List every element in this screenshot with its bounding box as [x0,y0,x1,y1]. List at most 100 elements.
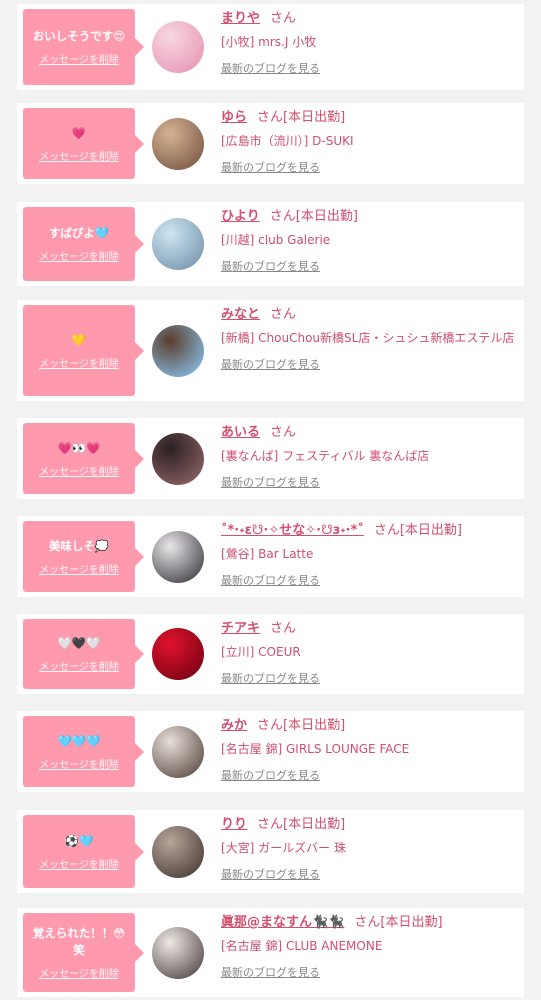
profile-name-link[interactable]: あいる [221,425,260,440]
message-card: 美味しそ💭 メッセージを削除 ˚*·˖ɛ☋·✧せな✧·☋з˖·*˚ さん[本日出勤] [… [17,516,524,597]
message-bubble: 🤍🖤🤍 メッセージを削除 [23,619,144,689]
profile-name-link[interactable]: ひより [221,209,260,224]
name-line: あいる さん [221,424,516,442]
name-line: みか さん[本日出勤] [221,717,516,735]
on-duty-badge: [本日出勤] [283,817,346,832]
profile-info: ゆら さん[本日出勤] [広島市（流川）] D-SUKI 最新のブログを見る [221,109,516,175]
profile-name-link[interactable]: チアキ [221,621,260,636]
profile-info: りり さん[本日出勤] [大宮] ガールズバー 珠最新のブログを見る [221,816,516,882]
profile-info: みなと さん [新橋] ChouChou新橋SL店・シュシュ新橋エステル店 最新のブロ… [221,306,516,372]
message-card: すばぴよ🩵 メッセージを削除 ひより さん[本日出勤] [川越] club Galeri… [17,202,524,286]
message-bubble: 💗 メッセージを削除 [23,108,144,179]
delete-message-link[interactable]: メッセージを削除 [39,51,119,66]
delete-message-link[interactable]: メッセージを削除 [39,248,119,263]
shop-name: [広島市（流川）] D-SUKI [221,134,354,148]
view-latest-blog-link[interactable]: 最新のブログを見る [221,964,320,980]
message-bubble: ⚽🩵 メッセージを削除 [23,815,144,888]
avatar[interactable] [152,21,204,73]
profile-name-link[interactable]: まりや [221,11,260,26]
message-text: 💛 [71,332,87,347]
honorific-label: さん [270,307,297,322]
name-line: ひより さん[本日出勤] [221,208,516,226]
message-bubble: 🩵🩵🩵 メッセージを削除 [23,716,144,787]
view-latest-blog-link[interactable]: 最新のブログを見る [221,356,320,372]
view-latest-blog-link[interactable]: 最新のブログを見る [221,258,320,274]
name-line: まりや さん [221,10,516,28]
delete-message-link[interactable]: メッセージを削除 [39,856,119,871]
delete-message-link[interactable]: メッセージを削除 [39,148,119,163]
avatar[interactable] [152,118,204,170]
message-card: 🩵🩵🩵 メッセージを削除 みか さん[本日出勤] [名古屋 錦] GIRLS LOUNG… [17,711,524,792]
honorific-label: さん [373,523,400,538]
message-bubble: すばぴよ🩵 メッセージを削除 [23,207,144,281]
profile-info: 眞那@まなすん🐈‍⬛🐈‍⬛ さん[本日出勤] [名古屋 錦] CLUB ANEMON… [221,914,516,980]
message-card: 🤍🖤🤍 メッセージを削除 チアキ さん [立川] COEUR 最新のブログを見る [17,614,524,694]
delete-message-link[interactable]: メッセージを削除 [39,658,119,673]
message-card: 💗👀💗 メッセージを削除 あいる さん [裏なんば] フェスティバル 裏なんば店 最新のブ… [17,418,524,499]
on-duty-badge: [本日出勤] [380,915,443,930]
shop-name: [小牧] mrs.J 小牧 [221,35,317,49]
delete-message-link[interactable]: メッセージを削除 [39,561,119,576]
message-bubble: 💛 メッセージを削除 [23,305,144,396]
honorific-label: さん [270,11,297,26]
profile-name-link[interactable]: ゆら [221,110,247,125]
avatar[interactable] [152,628,204,680]
message-card: 💛 メッセージを削除 みなと さん [新橋] ChouChou新橋SL店・シュシュ新橋エ… [17,300,524,401]
message-card: ⚽🩵 メッセージを削除 りり さん[本日出勤] [大宮] ガールズバー 珠最新のブログを… [17,810,524,893]
message-card: 覚えられた！！😳笑メッセージを削除 眞那@まなすん🐈‍⬛🐈‍⬛ さん[本日出勤] [名… [17,908,524,997]
message-text: 覚えられた！！😳笑 [32,926,126,957]
avatar[interactable] [152,826,204,878]
name-line: 眞那@まなすん🐈‍⬛🐈‍⬛ さん[本日出勤] [221,914,516,932]
profile-info: まりや さん [小牧] mrs.J 小牧 最新のブログを見る [221,10,516,76]
name-line: ゆら さん[本日出勤] [221,109,516,127]
avatar[interactable] [152,433,204,485]
avatar[interactable] [152,531,204,583]
on-duty-badge: [本日出勤] [399,523,463,538]
shop-name: [新橋] ChouChou新橋SL店・シュシュ新橋エステル店 [221,331,515,345]
view-latest-blog-link[interactable]: 最新のブログを見る [221,866,320,882]
view-latest-blog-link[interactable]: 最新のブログを見る [221,767,320,783]
shop-name: [裏なんば] フェスティバル 裏なんば店 [221,449,430,463]
delete-message-link[interactable]: メッセージを削除 [39,756,119,771]
avatar[interactable] [152,927,204,979]
honorific-label: さん [269,209,296,224]
name-line: みなと さん [221,306,516,324]
message-text: すばぴよ🩵 [48,226,110,240]
profile-name-link[interactable]: りり [221,817,247,832]
view-latest-blog-link[interactable]: 最新のブログを見る [221,60,320,76]
delete-message-link[interactable]: メッセージを削除 [39,355,119,370]
avatar[interactable] [152,726,204,778]
message-text: おいしそうです😍 [32,29,126,43]
message-bubble: おいしそうです😍 メッセージを削除 [23,9,144,85]
message-text: 🩵🩵🩵 [57,733,101,748]
name-line: りり さん[本日出勤] [221,816,516,834]
view-latest-blog-link[interactable]: 最新のブログを見る [221,159,320,175]
profile-name-link[interactable]: 眞那@まなすん🐈‍⬛🐈‍⬛ [221,915,344,930]
avatar[interactable] [152,218,204,270]
on-duty-badge: [本日出勤] [295,209,358,224]
message-bubble: 💗👀💗 メッセージを削除 [23,423,144,494]
on-duty-badge: [本日出勤] [283,718,346,733]
avatar[interactable] [152,325,204,377]
honorific-label: さん [270,621,297,636]
honorific-label: さん [257,718,284,733]
view-latest-blog-link[interactable]: 最新のブログを見る [221,572,320,588]
honorific-label: さん [257,817,284,832]
message-card: 💗 メッセージを削除 ゆら さん[本日出勤] [広島市（流川）] D-SUKI 最新のブロ… [17,103,524,184]
view-latest-blog-link[interactable]: 最新のブログを見る [221,474,320,490]
profile-info: ひより さん[本日出勤] [川越] club Galerie 最新のブログを見る [221,208,516,274]
shop-name: [名古屋 錦] CLUB ANEMONE [221,939,383,953]
profile-name-link[interactable]: みか [221,718,247,733]
profile-name-link[interactable]: ˚*·˖ɛ☋·✧せな✧·☋з˖·*˚ [221,523,364,538]
shop-name: [名古屋 錦] GIRLS LOUNGE FACE [221,742,410,756]
profile-name-link[interactable]: みなと [221,307,260,322]
delete-message-link[interactable]: メッセージを削除 [39,463,119,478]
honorific-label: さん [270,425,297,440]
view-latest-blog-link[interactable]: 最新のブログを見る [221,670,320,686]
delete-message-link[interactable]: メッセージを削除 [39,965,119,980]
profile-info: チアキ さん [立川] COEUR 最新のブログを見る [221,620,516,686]
shop-name: [立川] COEUR [221,645,301,659]
shop-name: [大宮] ガールズバー 珠 [221,841,346,855]
message-text: 美味しそ💭 [48,538,110,553]
message-text: 💗 [71,125,87,140]
